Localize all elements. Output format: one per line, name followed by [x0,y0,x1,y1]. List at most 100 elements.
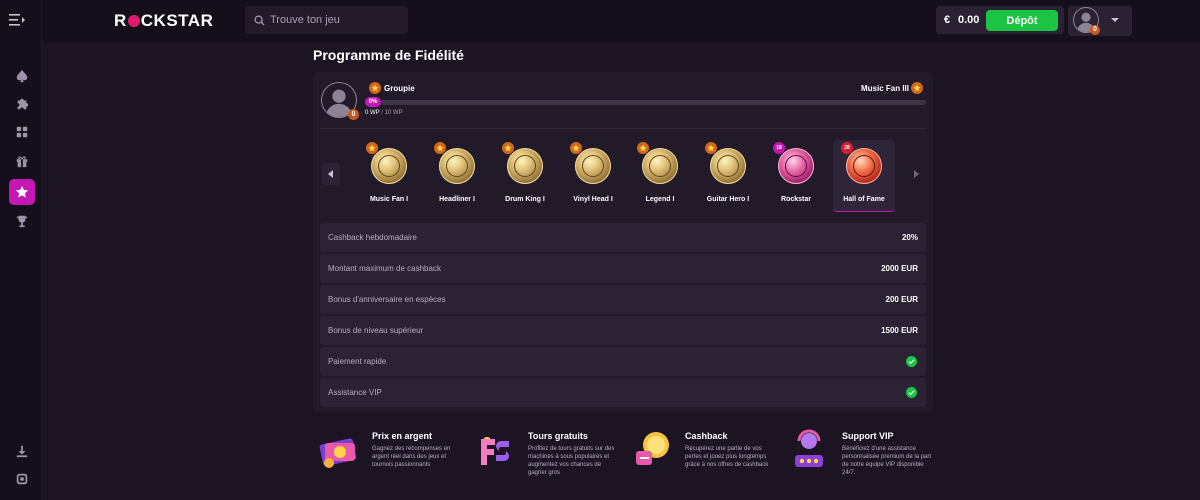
feature-free-spins: Tours gratuits Profitez de tours gratuit… [473,427,618,487]
logo-text-right: CKSTAR [140,11,214,30]
tier-name: Vinyl Head I [573,196,613,203]
vip-support-icon [795,429,823,467]
check-icon [906,356,917,367]
gift-icon [16,156,28,168]
benefit-value: 200 EUR [885,295,918,304]
feature-cashback: Cashback Récupérez une partie de vos per… [630,427,775,487]
balance-amount: 0.00 [958,14,980,26]
tier-card[interactable]: Music Fan I [358,140,420,212]
wp-target: 10 WP [384,110,403,116]
check-icon [906,387,917,398]
loyalty-panel: 0 Groupie Music Fan III 0% 0 WP / 10 WP … [313,72,933,412]
sidebar-item-categories[interactable] [9,119,35,145]
sidebar-item-loyalty[interactable] [9,179,35,205]
tier-name: Rockstar [781,196,811,203]
logo[interactable]: R CKSTAR [114,11,213,31]
progress-percent: 0% [365,97,381,107]
feature-cash-prizes: Prix en argent Gagnez des récompenses en… [317,427,462,487]
free-spins-icon [481,437,509,465]
user-menu[interactable]: 0 [1068,6,1132,36]
sidebar [0,0,42,500]
benefit-label: Bonus d'anniversaire en espèces [328,295,446,304]
tier-badge-lion-icon [846,148,882,184]
tier-badge-lips-icon [778,148,814,184]
feature-title: Support VIP [842,431,894,441]
benefit-label: Bonus de niveau supérieur [328,326,424,335]
sidebar-item-settings[interactable] [9,466,35,492]
sidebar-item-download[interactable] [9,438,35,464]
puzzle-icon [17,98,29,110]
feature-title: Cashback [685,431,728,441]
tier-badge-drum-icon [507,148,543,184]
carousel-next-button[interactable] [907,163,925,185]
table-row: Cashback hebdomadaire 20% [320,223,926,252]
tier-name: Hall of Fame [843,196,885,203]
benefit-value: 2000 EUR [881,264,918,273]
current-level-label: Groupie [384,84,415,93]
sidebar-item-casino[interactable] [9,63,35,89]
user-level-badge: 0 [1090,25,1100,35]
tier-name: Drum King I [505,196,545,203]
tier-name: Music Fan I [369,196,409,203]
tier-card[interactable]: Legend I [629,140,691,212]
tier-card-selected[interactable]: 28 Hall of Fame [833,140,895,212]
chevron-down-icon[interactable] [1110,15,1120,25]
tier-card[interactable]: Guitar Hero I [697,140,759,212]
tier-badge-amplifier-icon [439,148,475,184]
tier-star-icon [637,142,649,154]
sidebar-item-games[interactable] [9,91,35,117]
tier-badge-vinyl-icon [575,148,611,184]
chevron-left-icon [328,170,333,178]
table-row: Bonus d'anniversaire en espèces 200 EUR [320,285,926,314]
search-input[interactable] [270,14,400,26]
feature-title: Prix en argent [372,431,433,441]
tier-badge-crossed-guitars-icon [371,148,407,184]
carousel-prev-button[interactable] [322,163,340,185]
deposit-button[interactable]: Dépôt [986,10,1058,31]
benefits-table: Cashback hebdomadaire 20% Montant maximu… [320,223,926,408]
tier-name: Guitar Hero I [706,196,750,203]
tier-badge-rock-hand-icon [710,148,746,184]
feature-description: Gagnez des récompenses en argent réel da… [372,446,451,468]
sidebar-item-promotions[interactable] [9,148,35,174]
benefit-label: Paiement rapide [328,357,387,366]
wp-current: 0 WP [365,110,380,116]
tier-card[interactable]: Drum King I [494,140,556,212]
feature-description: Profitez de tours gratuits sur des machi… [528,446,615,476]
wp-progress: 0 WP / 10 WP [365,110,403,116]
grid-icon [16,126,28,138]
tier-card[interactable]: Headliner I [426,140,488,212]
table-row: Bonus de niveau supérieur 1500 EUR [320,316,926,345]
currency-symbol: € [944,14,951,26]
current-level-star-icon [369,82,381,94]
download-icon [16,445,28,458]
feature-description: Récupérez une partie de vos pertes et jo… [685,446,769,468]
tier-star-icon [434,142,446,154]
logo-text-left: R [114,11,127,30]
spade-icon [16,69,28,83]
trophy-icon [16,215,28,228]
benefit-label: Assistance VIP [328,388,382,397]
tier-star-icon [502,142,514,154]
progress-bar [365,100,926,105]
search-box[interactable] [245,6,408,34]
menu-collapse-icon[interactable] [9,13,25,27]
tier-card[interactable]: Vinyl Head I [562,140,624,212]
tier-star-icon [366,142,378,154]
logo-record-icon [127,15,140,27]
tier-star-icon [705,142,717,154]
cash-prize-icon [319,438,357,468]
tier-level-badge: 28 [841,142,853,154]
tier-name: Headliner I [439,196,475,203]
tier-name: Legend I [645,196,675,203]
table-row: Paiement rapide [320,347,926,376]
page-title: Programme de Fidélité [313,47,464,63]
progress-avatar-badge: 0 [348,109,359,120]
tier-badge-skull-icon [642,148,678,184]
feature-description: Bénéficiez d'une assistance personnalisé… [842,446,932,476]
tier-card[interactable]: 18 Rockstar [765,140,827,212]
balance-box: € 0.00 Dépôt [936,6,1064,34]
tier-star-icon [570,142,582,154]
next-level-star-icon [911,82,923,94]
sidebar-item-tournaments[interactable] [9,208,35,234]
